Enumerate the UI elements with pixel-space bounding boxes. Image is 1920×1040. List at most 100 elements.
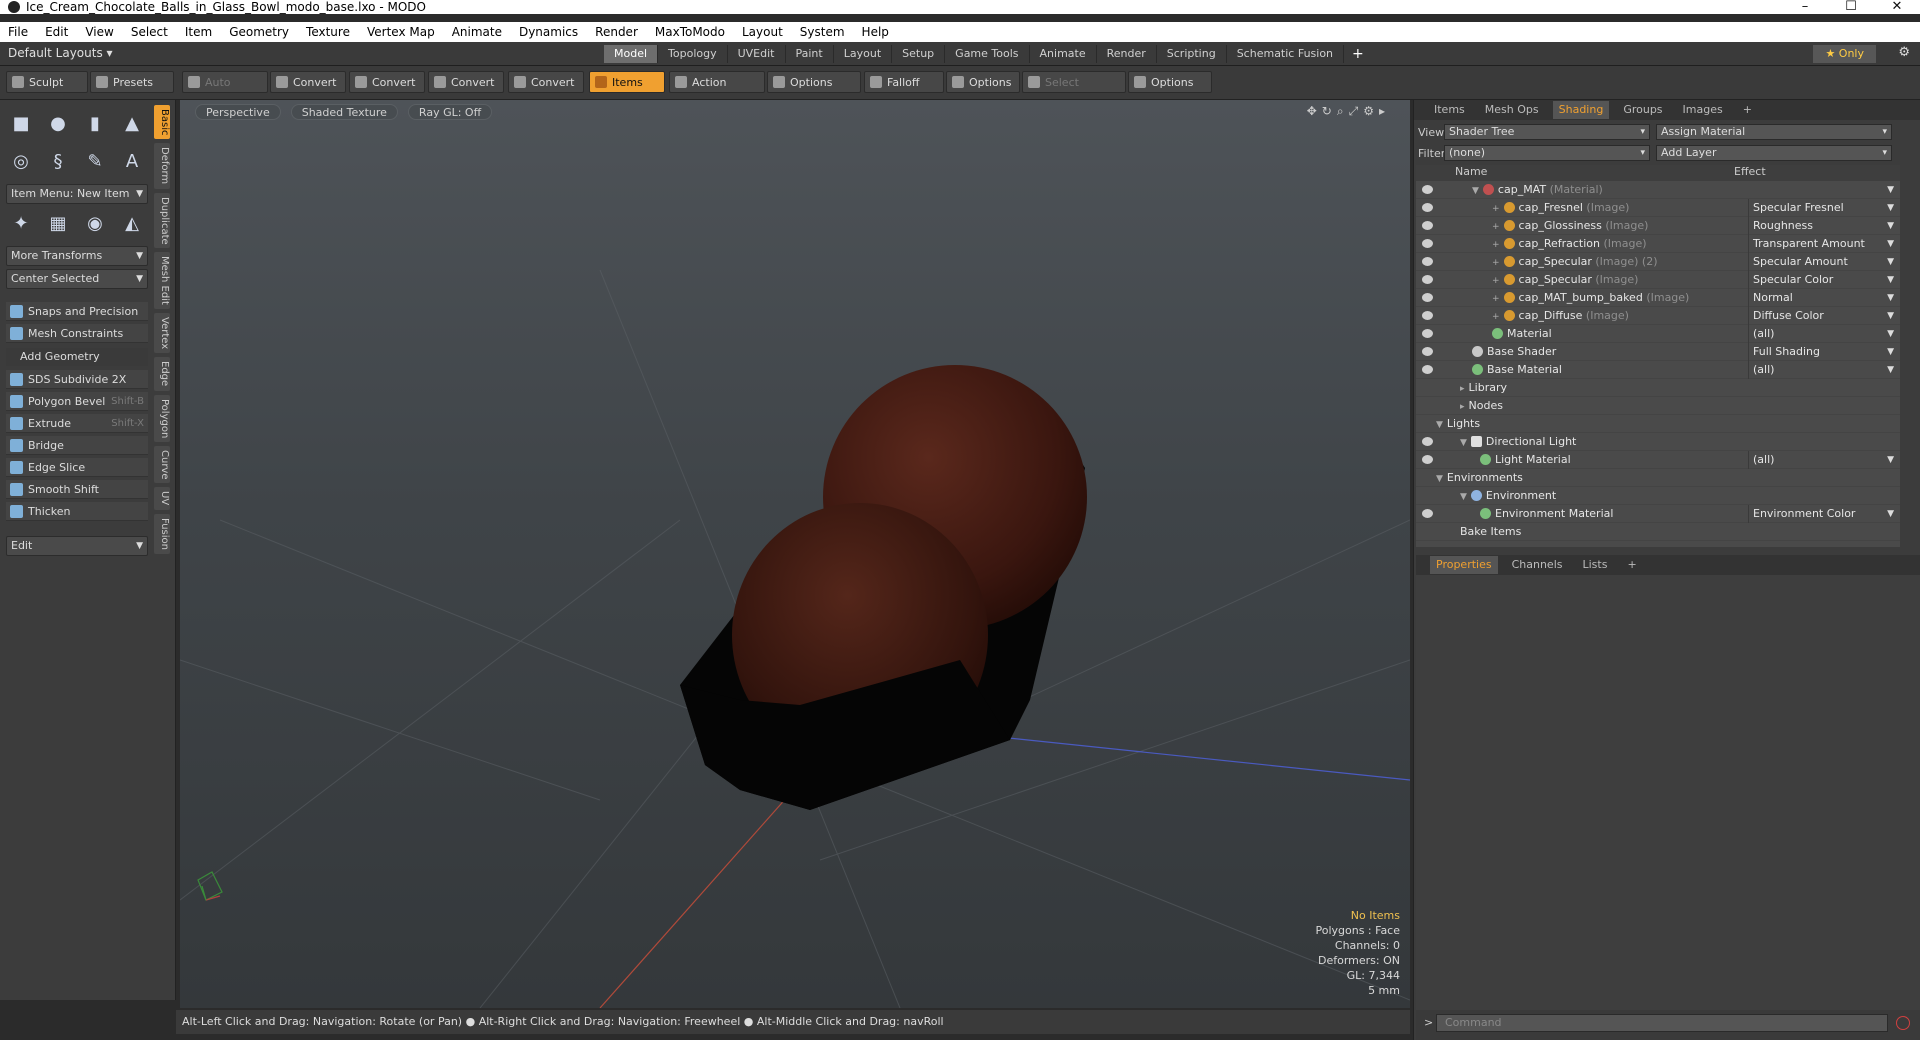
eye-icon[interactable]	[1422, 311, 1433, 320]
center-selected-dropdown[interactable]: Center Selected ▼	[6, 269, 148, 289]
effect-cell[interactable]: (all) ▼	[1748, 325, 1898, 343]
effect-cell[interactable]: Normal ▼	[1748, 289, 1898, 307]
shader-tree-row[interactable]: Material (all) ▼	[1416, 325, 1900, 343]
options-button-2[interactable]: Options	[946, 71, 1020, 93]
effect-cell[interactable]: Transparent Amount ▼	[1748, 235, 1898, 253]
tab-paint[interactable]: Paint	[786, 45, 834, 63]
menu-edit[interactable]: Edit	[45, 25, 68, 39]
shader-tree-row[interactable]: + cap_MAT_bump_baked (Image) Normal ▼	[1416, 289, 1900, 307]
eye-icon[interactable]	[1422, 365, 1433, 374]
cylinder-icon[interactable]: ▮	[80, 108, 110, 138]
action-center-button[interactable]: Action Center	[669, 71, 765, 111]
shader-tree-row[interactable]: Environment Material Environment Color ▼	[1416, 505, 1900, 523]
eye-icon[interactable]	[1422, 437, 1433, 446]
move-view-icon[interactable]: ✥	[1307, 104, 1322, 118]
cone-icon[interactable]: ▲	[117, 108, 147, 138]
grid-icon[interactable]: ▦	[43, 208, 73, 238]
gear-icon[interactable]: ⚙	[1898, 45, 1910, 60]
edit-dropdown[interactable]: Edit ▼	[6, 536, 148, 556]
tool-thicken[interactable]: Thicken	[6, 502, 148, 521]
tab-groups[interactable]: Groups	[1617, 101, 1668, 119]
disclosure-icon[interactable]: ▼	[1436, 420, 1443, 430]
eye-icon[interactable]	[1422, 293, 1433, 302]
convert-button-4[interactable]: Convert	[508, 71, 584, 93]
shader-tree-row[interactable]: ▼ Lights	[1416, 415, 1900, 433]
menu-item[interactable]: Item	[185, 25, 212, 39]
menu-vertex-map[interactable]: Vertex Map	[367, 25, 435, 39]
chevron-down-icon[interactable]: ▼	[1887, 199, 1894, 217]
vtab-polygon[interactable]: Polygon	[154, 394, 170, 442]
sculpt-button[interactable]: Sculpt	[6, 71, 88, 93]
eye-icon[interactable]	[1422, 329, 1433, 338]
expand-icon[interactable]: +	[1492, 240, 1500, 250]
chevron-down-icon[interactable]: ▼	[1887, 217, 1894, 235]
menu-layout[interactable]: Layout	[742, 25, 783, 39]
eye-icon[interactable]	[1422, 239, 1433, 248]
maximize-icon[interactable]: ⤢	[1349, 104, 1364, 118]
more-transforms-dropdown[interactable]: More Transforms ▼	[6, 246, 148, 266]
presets-button[interactable]: Presets F6	[90, 71, 174, 111]
effect-cell[interactable]: (all) ▼	[1748, 361, 1898, 379]
shader-tree-row[interactable]: + cap_Specular (Image) (2) Specular Amount…	[1416, 253, 1900, 271]
chevron-down-icon[interactable]: ▼	[1887, 505, 1894, 523]
tab-scripting[interactable]: Scripting	[1157, 45, 1227, 63]
menu-help[interactable]: Help	[862, 25, 889, 39]
effect-column-header[interactable]: Effect	[1730, 165, 1766, 181]
menu-file[interactable]: File	[8, 25, 28, 39]
eye-icon[interactable]	[1422, 455, 1433, 464]
convert-button-2[interactable]: Convert	[349, 71, 425, 93]
vtab-duplicate[interactable]: Duplicate	[154, 192, 170, 249]
sphere-icon[interactable]: ●	[43, 108, 73, 138]
tab-channels[interactable]: Channels	[1506, 556, 1569, 574]
chevron-down-icon[interactable]: ▼	[1887, 343, 1894, 361]
shader-tree-row[interactable]: ▼ cap_MAT (Material) ▼	[1416, 181, 1900, 199]
name-column-header[interactable]: Name	[1440, 165, 1730, 181]
only-button[interactable]: ★ Only	[1813, 45, 1876, 63]
shader-tree-row[interactable]: Base Material (all) ▼	[1416, 361, 1900, 379]
disclosure-icon[interactable]: ▼	[1472, 186, 1479, 196]
disclosure-icon[interactable]: ▸	[1460, 384, 1465, 394]
effect-cell[interactable]: Roughness ▼	[1748, 217, 1898, 235]
shader-tree-row[interactable]: Bake Items	[1416, 523, 1900, 541]
effect-cell[interactable]: Diffuse Color ▼	[1748, 307, 1898, 325]
effect-cell[interactable]: Environment Color ▼	[1748, 505, 1898, 523]
tab-schematic-fusion[interactable]: Schematic Fusion	[1227, 45, 1345, 63]
torus-icon[interactable]: ◎	[6, 146, 36, 176]
view-dropdown[interactable]: Shader Tree	[1444, 124, 1650, 140]
expand-icon[interactable]: +	[1492, 312, 1500, 322]
tool-polygon-bevel[interactable]: Polygon Bevel Shift-B	[6, 392, 148, 411]
viewport-tab-ray-gl[interactable]: Ray GL: Off	[407, 104, 493, 120]
tab-images[interactable]: Images	[1677, 101, 1729, 119]
effect-cell[interactable]: Specular Color ▼	[1748, 271, 1898, 289]
expand-icon[interactable]: +	[1492, 276, 1500, 286]
shader-tree-row[interactable]: + cap_Fresnel (Image) Specular Fresnel ▼	[1416, 199, 1900, 217]
vtab-mesh-edit[interactable]: Mesh Edit	[154, 252, 170, 310]
globe-icon[interactable]: ◉	[80, 208, 110, 238]
menu-render[interactable]: Render	[595, 25, 638, 39]
shader-tree-row[interactable]: Light Material (all) ▼	[1416, 451, 1900, 469]
shader-tree-row[interactable]: + cap_Glossiness (Image) Roughness ▼	[1416, 217, 1900, 235]
tool-smooth-shift[interactable]: Smooth Shift	[6, 480, 148, 499]
menu-geometry[interactable]: Geometry	[229, 25, 289, 39]
convert-button-1[interactable]: Convert	[270, 71, 346, 93]
vtab-basic[interactable]: Basic	[154, 105, 170, 140]
text-icon[interactable]: A	[117, 146, 147, 176]
shader-tree-row[interactable]: ▼ Environment	[1416, 487, 1900, 505]
disclosure-icon[interactable]: ▸	[1460, 402, 1465, 412]
tab-game-tools[interactable]: Game Tools	[945, 45, 1030, 63]
tab-layout[interactable]: Layout	[834, 45, 893, 63]
chevron-down-icon[interactable]: ▼	[1887, 361, 1894, 379]
disclosure-icon[interactable]: ▼	[1460, 438, 1467, 448]
tab-properties[interactable]: Properties	[1430, 556, 1498, 574]
expand-icon[interactable]: +	[1492, 258, 1500, 268]
viewport-tab-perspective[interactable]: Perspective	[195, 104, 281, 120]
eye-icon[interactable]	[1422, 203, 1433, 212]
tube-icon[interactable]: §	[43, 146, 73, 176]
chevron-down-icon[interactable]: ▼	[1887, 181, 1894, 199]
arrow-right-icon[interactable]: ▸	[1379, 104, 1390, 118]
eye-icon[interactable]	[1422, 275, 1433, 284]
chevron-down-icon[interactable]: ▼	[1887, 271, 1894, 289]
tab-shading[interactable]: Shading	[1552, 101, 1610, 119]
maximize-button[interactable]: ☐	[1828, 0, 1874, 14]
tab-model[interactable]: Model	[604, 45, 659, 63]
